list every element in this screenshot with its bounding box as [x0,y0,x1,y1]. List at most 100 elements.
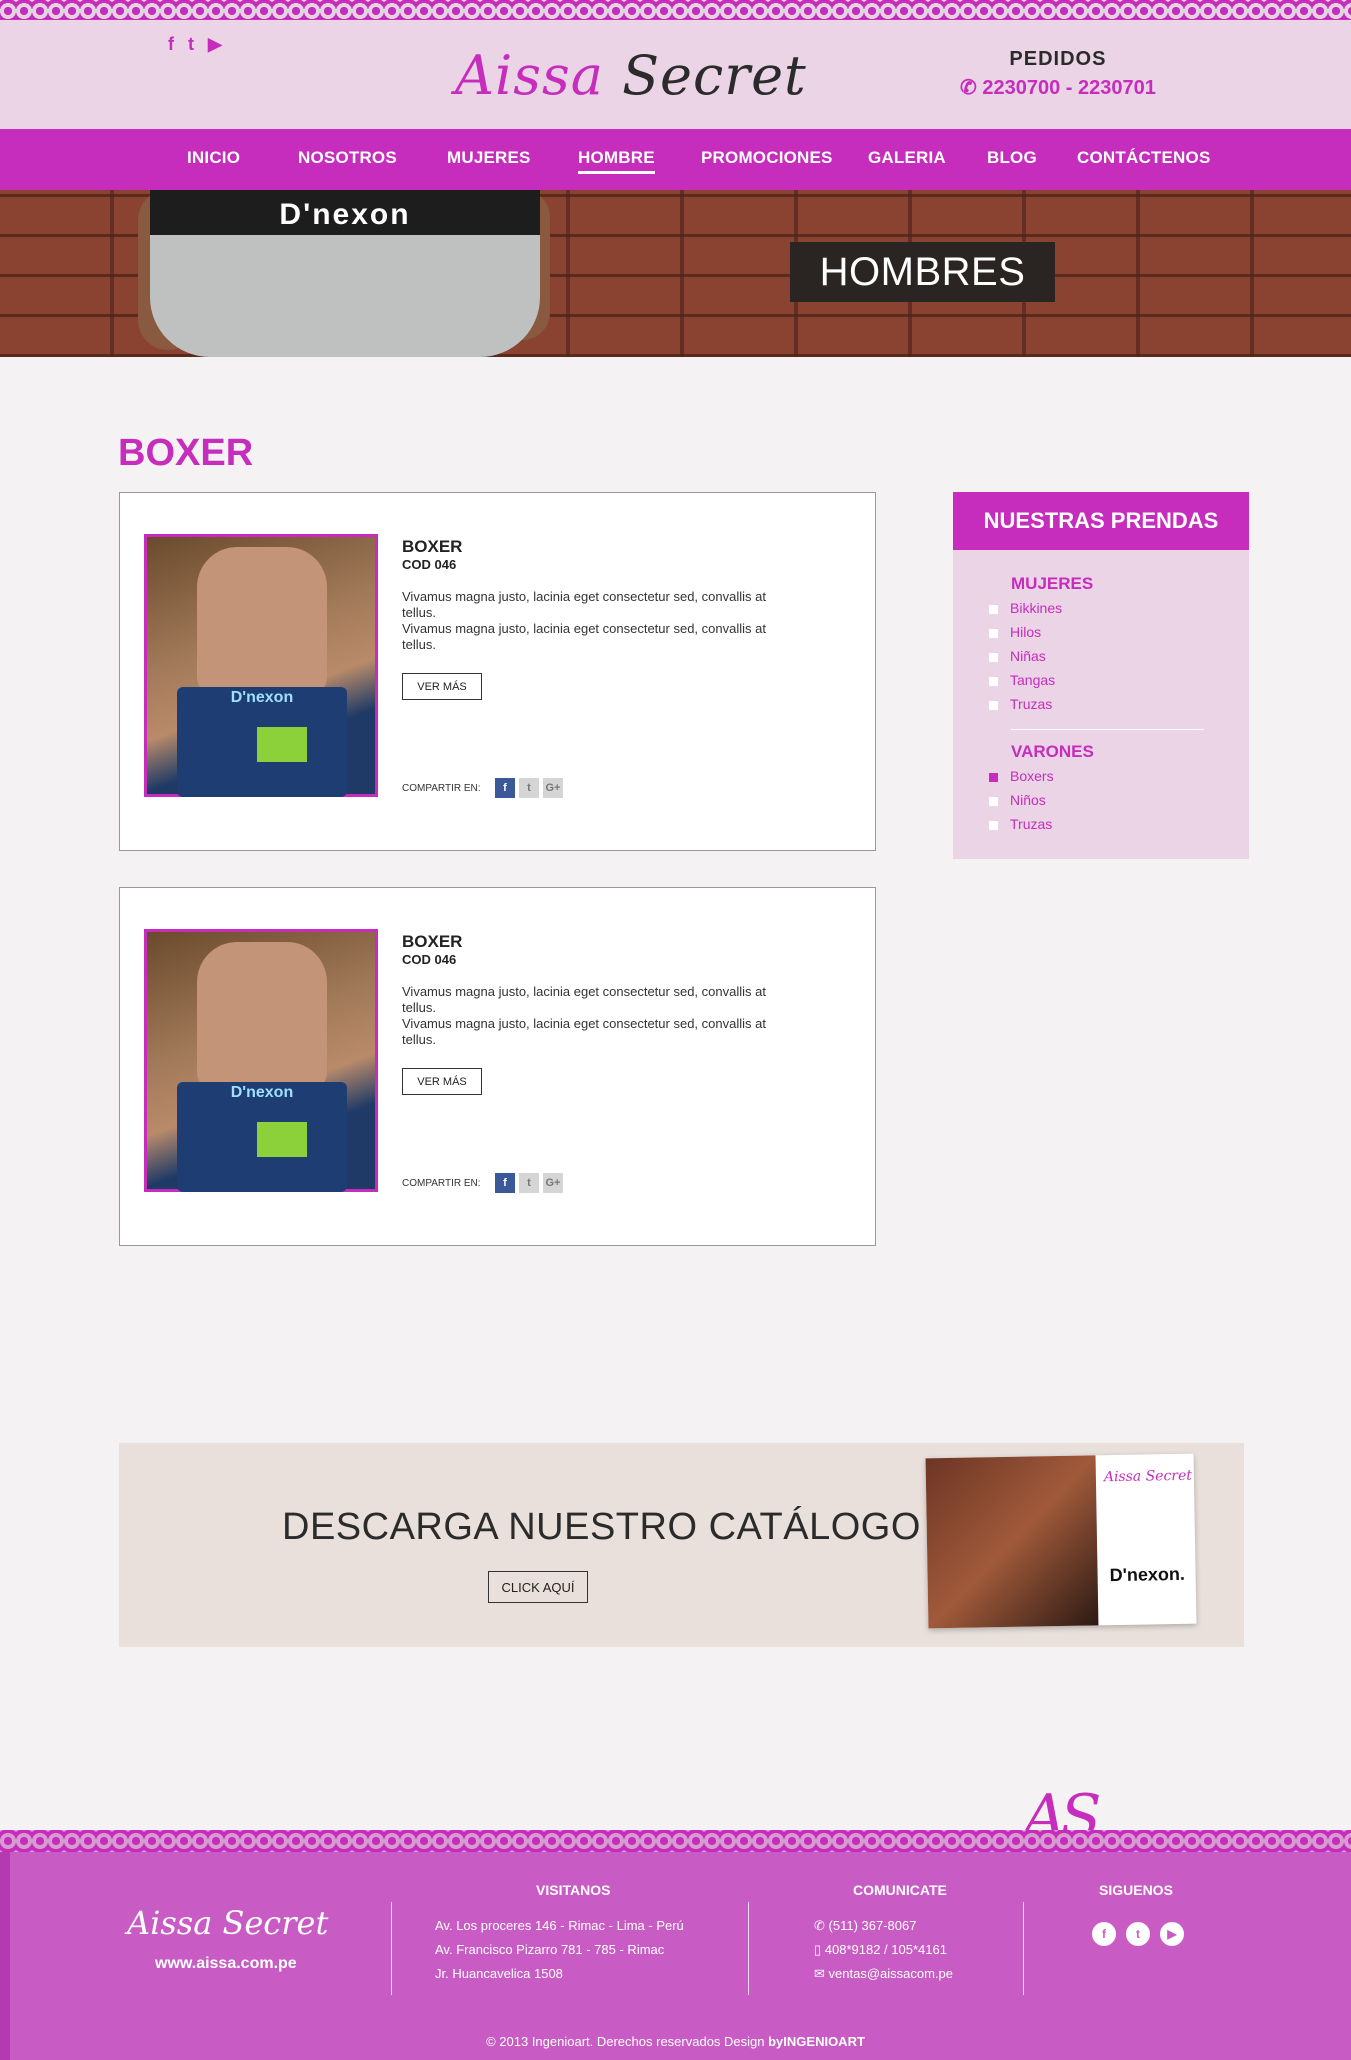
site-logo[interactable]: Aissa Secret [455,44,807,107]
product-name: BOXER [402,537,463,556]
product-image-accent [257,1122,307,1157]
sidebar-item-label: Bikkines [1010,600,1063,616]
product-name: BOXER [402,932,463,951]
sidebar-group-mujeres: MUJERES [1011,574,1094,593]
logo-first-word: Aissa [455,44,604,107]
ver-mas-button[interactable]: VER MÁS [402,1068,482,1095]
hero-banner: D'nexon HOMBRES [0,190,1351,357]
facebook-icon[interactable]: f [168,34,174,55]
header-social-links: f t ▶ [168,34,222,55]
sidebar-item-label: Boxers [1010,768,1054,784]
ver-mas-button[interactable]: VER MÁS [402,673,482,700]
phone-icon: ✆ [814,1918,829,1933]
facebook-share-icon[interactable]: f [495,1173,515,1193]
product-card: D'nexon BOXER COD 046 Vivamus magna just… [119,492,876,851]
catalog-download-banner: DESCARGA NUESTRO CATÁLOGO CLICK AQUÍ Ais… [119,1443,1244,1647]
catalog-cover-photo [925,1455,1099,1629]
orders-phones[interactable]: ✆ 2230700 - 2230701 [960,75,1156,100]
product-card: D'nexon BOXER COD 046 Vivamus magna just… [119,887,876,1246]
twitter-icon[interactable]: t [1126,1922,1150,1946]
product-image[interactable]: D'nexon [144,534,378,797]
nav-blog[interactable]: BLOG [987,148,1037,168]
catalog-title: DESCARGA NUESTRO CATÁLOGO [282,1506,921,1548]
orders-label: PEDIDOS [1009,48,1107,70]
sidebar-item-label: Niños [1010,792,1046,808]
copyright-credit[interactable]: byINGENIOART [768,2034,865,2049]
product-image[interactable]: D'nexon [144,929,378,1192]
catalog-cover-image[interactable]: Aissa Secret D'nexon. [925,1453,1197,1629]
checkbox-icon [989,700,998,710]
phone-icon: ✆ [960,77,977,99]
logo-second-word: Secret [622,44,807,107]
sidebar-item-tangas[interactable]: Tangas [989,672,1055,688]
sidebar-divider [1011,729,1204,730]
sidebar-item-truzas-mujeres[interactable]: Truzas [989,696,1052,712]
click-aqui-button[interactable]: CLICK AQUÍ [488,1571,588,1603]
page-title: BOXER [118,432,254,474]
footer-phone[interactable]: ✆ (511) 367-8067 [814,1914,953,1938]
facebook-share-icon[interactable]: f [495,778,515,798]
hero-model-image: D'nexon [150,190,540,357]
waistband-brand: D'nexon [279,198,411,231]
nav-mujeres[interactable]: MUJERES [447,148,531,168]
sidebar-item-bikkines[interactable]: Bikkines [989,600,1062,616]
orders-block: PEDIDOS ✆ 2230700 - 2230701 [960,48,1156,100]
share-icons: f t G+ [495,778,563,798]
checkbox-icon [989,628,998,638]
footer-phone-text: (511) 367-8067 [828,1918,917,1933]
catalog-cover-logo: Aissa Secret [1103,1467,1193,1486]
nav-promociones[interactable]: PROMOCIONES [701,148,833,168]
footer-contact-title: COMUNICATE [853,1882,947,1898]
product-code: COD 046 [402,557,457,572]
facebook-icon[interactable]: f [1092,1922,1116,1946]
sidebar-item-ninas[interactable]: Niñas [989,648,1046,664]
checkbox-checked-icon [989,772,998,782]
footer-divider [748,1902,749,1995]
nav-inicio[interactable]: INICIO [187,148,240,168]
sidebar-item-truzas-varones[interactable]: Truzas [989,816,1052,832]
address-line: Jr. Huancavelica 1508 [435,1966,563,1981]
sidebar-item-label: Tangas [1010,672,1056,688]
product-image-brand: D'nexon [230,1084,294,1101]
sidebar-title: NUESTRAS PRENDAS [953,492,1249,550]
share-label: COMPARTIR EN: [402,1178,481,1189]
sidebar-item-label: Niñas [1010,648,1046,664]
youtube-icon[interactable]: ▶ [208,34,222,55]
checkbox-icon [989,676,998,686]
footer-logo[interactable]: Aissa Secret [127,1904,328,1942]
site-header: f t ▶ Aissa Secret PEDIDOS ✆ 2230700 - 2… [0,20,1351,129]
footer-email[interactable]: ✉ ventas@aissacom.pe [814,1962,953,1986]
footer-addresses: Av. Los proceres 146 - Rimac - Lima - Pe… [435,1914,684,1986]
nav-contactenos[interactable]: CONTÁCTENOS [1077,148,1210,168]
twitter-share-icon[interactable]: t [519,778,539,798]
nav-galeria[interactable]: GALERIA [868,148,946,168]
google-plus-share-icon[interactable]: G+ [543,1173,563,1193]
product-description: Vivamus magna justo, lacinia eget consec… [402,984,766,1047]
product-image-brand: D'nexon [230,689,294,706]
main-nav: INICIO NOSOTROS MUJERES HOMBRE PROMOCION… [0,129,1351,190]
checkbox-icon [989,652,998,662]
share-icons: f t G+ [495,1173,563,1193]
share-label: COMPARTIR EN: [402,783,481,794]
sidebar-item-hilos[interactable]: Hilos [989,624,1041,640]
sidebar-item-boxers[interactable]: Boxers [989,768,1054,784]
product-image-torso [197,547,327,697]
sidebar-item-label: Hilos [1010,624,1042,640]
google-plus-share-icon[interactable]: G+ [543,778,563,798]
nav-hombre[interactable]: HOMBRE [578,148,655,174]
footer-divider [1023,1902,1024,1995]
footer-url[interactable]: www.aissa.com.pe [155,1955,297,1973]
sidebar-item-label: Truzas [1010,696,1053,712]
footer-mobile-text: 408*9182 / 105*4161 [824,1942,947,1957]
footer-mobile[interactable]: ▯ 408*9182 / 105*4161 [814,1938,953,1962]
youtube-icon[interactable]: ▶ [1160,1922,1184,1946]
sidebar-item-ninos[interactable]: Niños [989,792,1046,808]
footer-edge [0,1852,10,2060]
product-image-torso [197,942,327,1092]
checkbox-icon [989,820,998,830]
nav-nosotros[interactable]: NOSOTROS [298,148,397,168]
twitter-share-icon[interactable]: t [519,1173,539,1193]
categories-sidebar: NUESTRAS PRENDAS MUJERES Bikkines Hilos … [953,492,1249,859]
twitter-icon[interactable]: t [188,34,194,55]
footer-visit-title: VISITANOS [536,1882,611,1898]
